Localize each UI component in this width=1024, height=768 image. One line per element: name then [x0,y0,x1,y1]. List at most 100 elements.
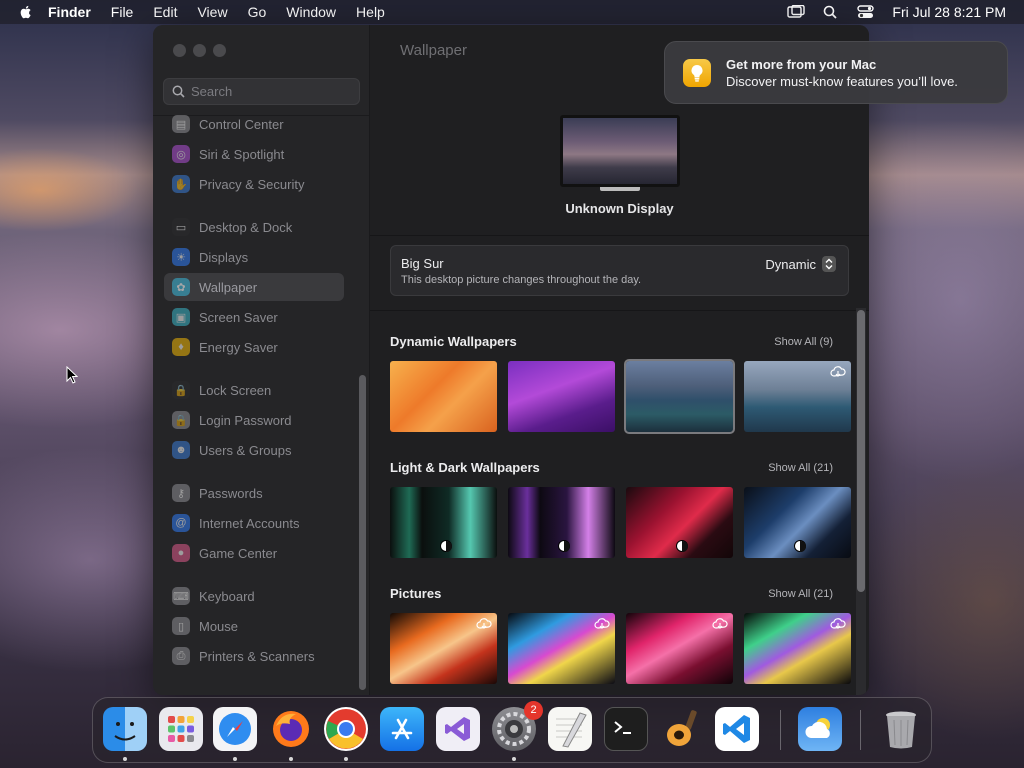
show-all-pictures-button[interactable]: Show All (21) [768,588,833,600]
dock-trash-icon[interactable] [879,707,923,751]
show-all-light-dark-button[interactable]: Show All (21) [768,462,833,474]
spotlight-search-icon[interactable] [822,5,840,19]
dock-weather-icon[interactable] [798,707,842,751]
dock-launchpad-icon[interactable] [159,707,203,751]
sidebar-item-desktop-dock[interactable]: ▭ Desktop & Dock [164,213,344,241]
wallpaper-thumb[interactable] [744,361,851,432]
users-icon: ☻ [172,441,190,459]
display-preview-image [560,115,680,187]
dock-terminal-icon[interactable] [604,707,648,751]
dock-garageband-icon[interactable] [660,707,704,751]
dock-running-indicator [344,757,348,761]
wallpaper-thumb[interactable] [626,487,733,558]
wallpaper-thumb[interactable] [390,613,497,684]
sidebar-item-passwords[interactable]: ⚷ Passwords [164,479,344,507]
sidebar-item-wallpaper[interactable]: ✿ Wallpaper [164,273,344,301]
display-name: Unknown Display [565,201,674,216]
sidebar-item-screen-saver[interactable]: ▣ Screen Saver [164,303,344,331]
dock-app-store-icon[interactable] [380,707,424,751]
menu-help[interactable]: Help [356,4,385,20]
hand-icon: ✋ [172,175,190,193]
section-light-dark-title: Light & Dark Wallpapers [390,460,540,475]
menu-go[interactable]: Go [248,4,267,20]
sidebar-item-displays[interactable]: ☀ Displays [164,243,344,271]
sidebar-item-internet-accounts[interactable]: @ Internet Accounts [164,509,344,537]
wallpaper-thumb[interactable] [508,487,615,558]
sidebar-item-label: Energy Saver [199,339,278,355]
dock-icon: ▭ [172,218,190,236]
sidebar-scrollbar[interactable] [359,375,366,690]
cloud-download-icon [594,618,610,629]
menu-edit[interactable]: Edit [153,4,177,20]
cloud-download-icon [830,366,846,377]
sidebar-item-siri-spotlight[interactable]: ◎ Siri & Spotlight [164,140,344,168]
sidebar-item-energy-saver[interactable]: ♦ Energy Saver [164,333,344,361]
dock-visual-studio-icon[interactable] [436,707,480,751]
minimize-button[interactable] [193,44,206,57]
sidebar-item-lock-screen[interactable]: 🔒 Lock Screen [164,376,344,404]
search-input[interactable] [191,84,351,99]
show-all-dynamic-button[interactable]: Show All (9) [774,336,833,348]
menu-window[interactable]: Window [286,4,336,20]
sidebar-item-label: Control Center [199,116,284,132]
dock-finder-icon[interactable] [103,707,147,751]
dynamic-wallpapers-row [390,359,862,434]
wallpaper-mode-select[interactable]: Dynamic [765,256,836,272]
sidebar-item-privacy-security[interactable]: ✋ Privacy & Security [164,170,344,198]
card-divider [370,310,869,311]
current-wallpaper-description: This desktop picture changes throughout … [401,274,642,286]
flower-icon: ✿ [172,278,190,296]
close-button[interactable] [173,44,186,57]
sidebar-item-mouse[interactable]: ▯ Mouse [164,612,344,640]
dock-safari-icon[interactable] [213,707,257,751]
wallpaper-thumb[interactable] [390,361,497,432]
section-dynamic-title: Dynamic Wallpapers [390,334,517,349]
sidebar-item-users-groups[interactable]: ☻ Users & Groups [164,436,344,464]
display-preview [560,115,680,191]
control-center-icon: ▤ [172,115,190,133]
sidebar-item-control-center[interactable]: ▤ Control Center [164,110,344,138]
keyboard-icon: ⌨ [172,587,190,605]
sidebar-item-login-password[interactable]: 🔒 Login Password [164,406,344,434]
notification-body: Discover must-know features you’ll love. [726,74,958,89]
light-dark-wallpapers-row [390,487,862,558]
section-pictures-title: Pictures [390,586,442,601]
menu-file[interactable]: File [111,4,134,20]
lock-icon: 🔒 [172,411,190,429]
sidebar-item-game-center[interactable]: ● Game Center [164,539,344,567]
wallpaper-thumb[interactable] [626,613,733,684]
sidebar: ▤ Control Center ◎ Siri & Spotlight ✋ Privacy… [153,25,370,695]
sidebar-item-label: Passwords [199,485,263,501]
sidebar-item-label: Keyboard [199,588,255,604]
main-scrollbar[interactable] [857,310,865,592]
cloud-download-icon [476,618,492,629]
wallpaper-thumb-selected[interactable] [624,359,735,434]
wallpaper-thumb[interactable] [508,361,615,432]
apple-icon[interactable] [18,4,34,20]
notification-banner[interactable]: Get more from your Mac Discover must-kno… [664,41,1008,104]
search-field[interactable] [163,78,360,105]
wallpaper-thumb[interactable] [744,613,851,684]
mouse-cursor-icon [66,366,78,384]
dock-running-indicator [123,757,127,761]
wallpaper-thumb[interactable] [508,613,615,684]
menu-finder[interactable]: Finder [48,4,91,20]
wallpaper-thumb[interactable] [390,487,497,558]
dock-vscode-icon[interactable] [715,707,759,751]
dock-firefox-icon[interactable] [269,707,313,751]
sidebar-item-label: Privacy & Security [199,176,305,192]
display-stand [600,187,640,191]
screen-mirroring-icon[interactable] [787,5,806,19]
sidebar-item-printers-scanners[interactable]: ⎙ Printers & Scanners [164,642,344,670]
menu-clock[interactable]: Fri Jul 28 8:21 PM [892,4,1006,20]
dock-separator [780,710,781,750]
current-wallpaper-card: Big Sur This desktop picture changes thr… [390,245,849,296]
control-center-toggle-icon[interactable] [857,5,875,19]
wallpaper-thumb[interactable] [744,487,851,558]
dock-chrome-icon[interactable] [324,707,368,751]
zoom-button[interactable] [213,44,226,57]
dock-textedit-icon[interactable] [548,707,592,751]
sidebar-item-keyboard[interactable]: ⌨ Keyboard [164,582,344,610]
window-controls [173,44,233,57]
menu-view[interactable]: View [197,4,227,20]
